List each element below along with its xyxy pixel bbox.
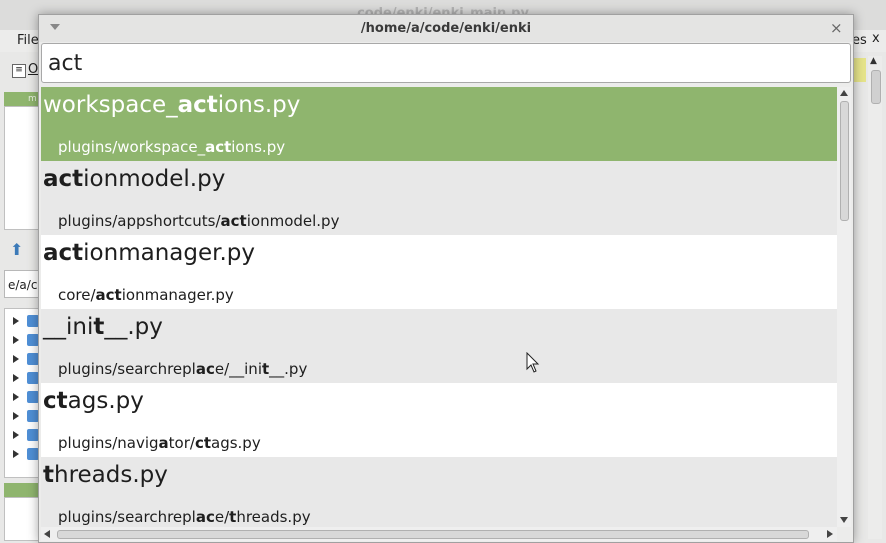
bottom-panel — [4, 497, 42, 541]
tree-row[interactable] — [13, 429, 41, 443]
file-name: actionmodel.py — [43, 166, 225, 192]
results-horizontal-scrollbar[interactable] — [41, 527, 837, 541]
menu-partial-right[interactable]: es — [852, 33, 867, 48]
text-segment: ionmodel.py — [246, 212, 340, 230]
text-segment: plugins/searchrepl — [58, 508, 196, 526]
text-segment: e/ — [214, 508, 230, 526]
file-path: plugins/searchreplace/__init__.py — [58, 360, 307, 378]
expand-triangle-icon[interactable] — [13, 317, 19, 325]
text-segment: ions.py — [217, 92, 301, 118]
list-item[interactable]: workspace_actions.py plugins/workspace_ac… — [41, 87, 837, 161]
file-path: core/actionmanager.py — [58, 286, 234, 304]
match-highlight: ct — [43, 388, 68, 414]
text-segment: __ini — [43, 314, 94, 340]
results-vertical-scrollbar[interactable] — [837, 87, 851, 527]
file-path: plugins/workspace_actions.py — [58, 138, 285, 156]
list-item[interactable]: threads.py plugins/searchreplace/threads.… — [41, 457, 837, 527]
text-segment: __.py — [269, 360, 308, 378]
tree-row[interactable] — [13, 391, 41, 405]
text-segment: ionmanager.py — [121, 286, 234, 304]
editor-scroll-thumb[interactable] — [871, 70, 881, 104]
file-locator-dialog: /home/a/code/enki/enki × workspace_actio… — [38, 14, 854, 543]
menu-file[interactable]: File — [17, 33, 39, 48]
text-segment: plugins/searchrepl — [58, 360, 196, 378]
match-highlight: t — [93, 314, 105, 340]
list-item[interactable]: actionmanager.py core/actionmanager.py — [41, 235, 837, 309]
scroll-up-icon[interactable]: ▲ — [870, 56, 877, 66]
tree-row[interactable] — [13, 372, 41, 386]
match-highlight: t — [43, 462, 54, 488]
text-segment: ions.py — [231, 138, 286, 156]
match-highlight: ac — [195, 360, 215, 378]
match-highlight: act — [205, 138, 232, 156]
side-panel — [4, 106, 42, 230]
tree-row[interactable] — [13, 448, 41, 462]
file-path: plugins/appshortcuts/actionmodel.py — [58, 212, 339, 230]
match-highlight: act — [95, 286, 122, 304]
text-segment: ionmodel.py — [83, 166, 226, 192]
document-icon[interactable]: ≡ — [12, 64, 26, 78]
expand-triangle-icon[interactable] — [13, 374, 19, 382]
file-name: actionmanager.py — [43, 240, 255, 266]
file-name: ctags.py — [43, 388, 144, 414]
up-arrow-icon[interactable]: ⬆ — [10, 240, 23, 259]
scroll-left-icon[interactable] — [44, 530, 50, 538]
toolbar-open-label[interactable]: O — [28, 62, 38, 77]
expand-triangle-icon[interactable] — [13, 450, 19, 458]
panel-header: m — [4, 92, 40, 106]
expand-triangle-icon[interactable] — [13, 431, 19, 439]
text-segment: e/__ini — [214, 360, 262, 378]
close-icon[interactable]: × — [830, 19, 843, 37]
match-highlight: act — [220, 212, 247, 230]
scroll-right-icon[interactable] — [827, 530, 833, 538]
file-tree — [4, 308, 42, 478]
text-segment: plugins/workspace_ — [58, 138, 206, 156]
file-name: __init__.py — [43, 314, 163, 340]
list-item[interactable]: ctags.py plugins/navigator/ctags.py — [41, 383, 837, 457]
panel-footer — [4, 483, 40, 497]
text-segment: __.py — [104, 314, 163, 340]
toolbar-highlight — [852, 58, 866, 82]
text-segment: ionmanager.py — [83, 240, 255, 266]
expand-triangle-icon[interactable] — [13, 412, 19, 420]
tree-row[interactable] — [13, 315, 41, 329]
expand-triangle-icon[interactable] — [13, 355, 19, 363]
tree-row[interactable] — [13, 334, 41, 348]
match-highlight: act — [43, 240, 84, 266]
dialog-title: /home/a/code/enki/enki — [360, 21, 532, 36]
editor-scrollbar[interactable] — [868, 56, 882, 539]
file-name: workspace_actions.py — [43, 92, 300, 118]
scroll-down-icon[interactable] — [840, 517, 848, 523]
scroll-up-icon[interactable] — [840, 90, 848, 96]
text-segment: hreads.py — [54, 462, 168, 488]
file-path: plugins/searchreplace/threads.py — [58, 508, 311, 526]
path-field[interactable]: e/a/co — [4, 270, 40, 298]
text-segment: ags.py — [67, 388, 144, 414]
results-list[interactable]: workspace_actions.py plugins/workspace_ac… — [41, 87, 837, 527]
text-segment: tor/ — [168, 434, 195, 452]
text-segment: hreads.py — [236, 508, 311, 526]
tree-row[interactable] — [13, 353, 41, 367]
scroll-thumb[interactable] — [57, 530, 809, 539]
match-highlight: a — [158, 434, 169, 452]
search-input[interactable] — [41, 43, 851, 83]
scroll-thumb[interactable] — [840, 101, 849, 221]
text-segment: ags.py — [211, 434, 261, 452]
tree-row[interactable] — [13, 410, 41, 424]
list-item[interactable]: actionmodel.py plugins/appshortcuts/actio… — [41, 161, 837, 235]
text-segment: plugins/appshortcuts/ — [58, 212, 221, 230]
text-segment: plugins/navig — [58, 434, 159, 452]
text-segment: core/ — [58, 286, 96, 304]
text-segment: workspace_ — [43, 92, 178, 118]
expand-triangle-icon[interactable] — [13, 393, 19, 401]
match-highlight: act — [43, 166, 84, 192]
close-icon[interactable]: x — [872, 31, 880, 46]
file-path: plugins/navigator/ctags.py — [58, 434, 261, 452]
match-highlight: act — [177, 92, 218, 118]
list-item[interactable]: __init__.py plugins/searchreplace/__init_… — [41, 309, 837, 383]
file-name: threads.py — [43, 462, 168, 488]
expand-triangle-icon[interactable] — [13, 336, 19, 344]
match-highlight: ac — [195, 508, 215, 526]
match-highlight: ct — [194, 434, 211, 452]
